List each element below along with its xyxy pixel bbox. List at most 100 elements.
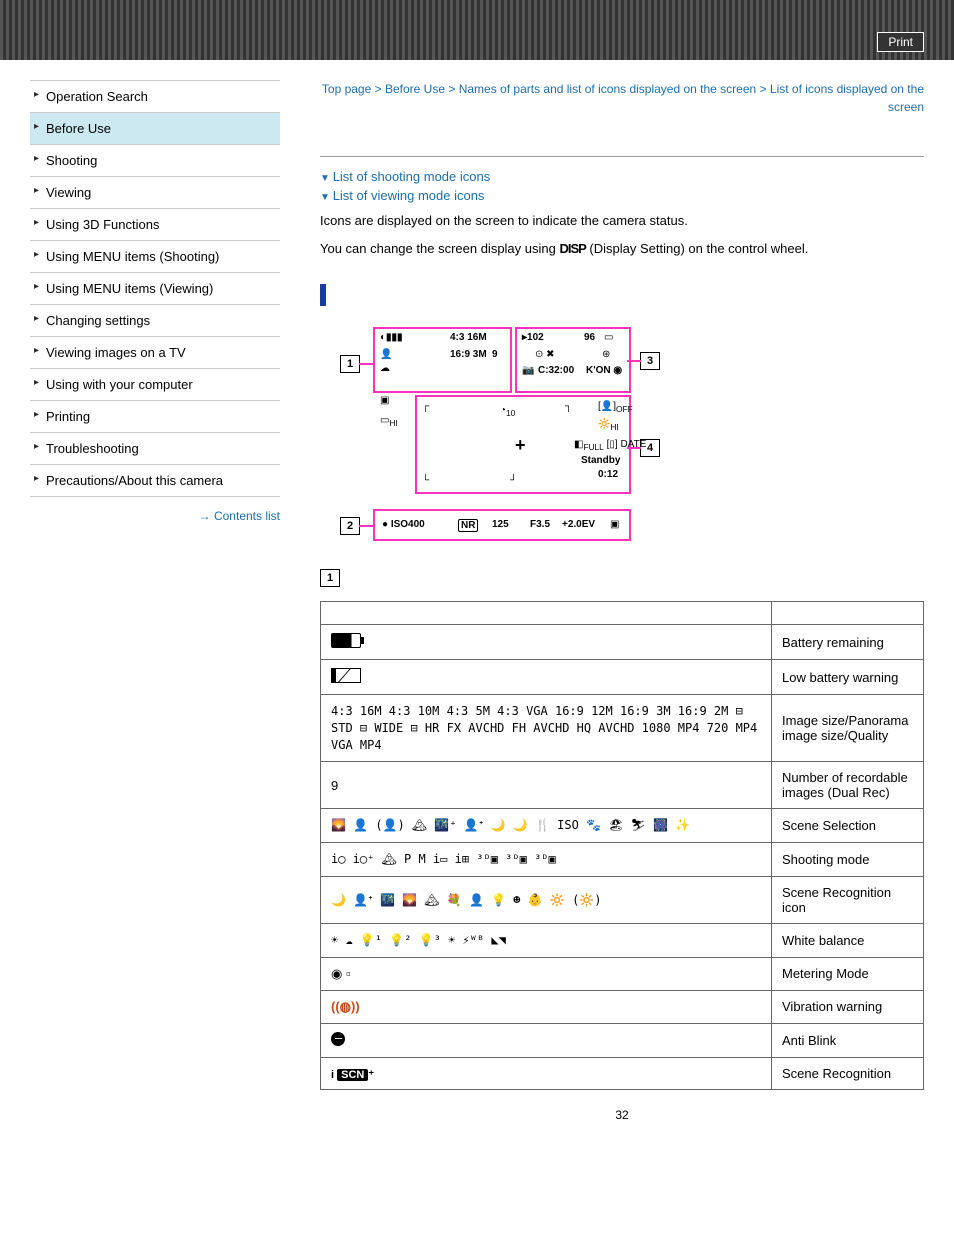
table-row: i◯ i◯⁺ 🏔 P M i▭ i⊞ ³ᴰ▣ ³ᴰ▣ ³ᴰ▣ Shooting … [321, 843, 924, 877]
table-header-desc-col [772, 602, 924, 625]
desc-cell: Anti Blink [772, 1023, 924, 1057]
sidebar-nav: Operation Search Before Use Shooting Vie… [30, 80, 280, 497]
desc-cell: Shooting mode [772, 843, 924, 877]
shooting-mode-icons: i◯ i◯⁺ 🏔 P M i▭ i⊞ ³ᴰ▣ ³ᴰ▣ ³ᴰ▣ [331, 852, 556, 866]
sidebar-item-3d-functions[interactable]: Using 3D Functions [30, 209, 280, 241]
intro-line-2: You can change the screen display using … [320, 239, 924, 259]
page-container: Operation Search Before Use Shooting Vie… [0, 60, 954, 1142]
low-battery-icon [331, 668, 361, 683]
metering-mode-icon [331, 966, 351, 981]
breadcrumb-current: List of icons displayed on the screen [770, 82, 924, 114]
desc-cell: White balance [772, 923, 924, 957]
diag-c32: C:32:00 [538, 365, 574, 376]
sidebar: Operation Search Before Use Shooting Vie… [30, 80, 280, 523]
sidebar-item-menu-shooting[interactable]: Using MENU items (Shooting) [30, 241, 280, 273]
sidebar-item-shooting[interactable]: Shooting [30, 145, 280, 177]
divider [320, 156, 924, 157]
sidebar-item-viewing-tv[interactable]: Viewing images on a TV [30, 337, 280, 369]
anti-blink-icon [331, 1032, 345, 1046]
table-row: 🌄 👤 (👤) 🏔 🌃⁺ 👤ᐩ 🌙 🌙 🍴 ISO 🐾 🏖 ⛷ 🎆 ✨ Scen… [321, 809, 924, 843]
diag-96: 96 [584, 332, 595, 343]
diag-nr: NR [458, 519, 478, 532]
sidebar-item-operation-search[interactable]: Operation Search [30, 81, 280, 113]
diag-102: 102 [527, 332, 544, 343]
breadcrumb: Top page > Before Use > Names of parts a… [320, 80, 924, 116]
battery-icon [331, 633, 361, 648]
icon-cell [321, 660, 772, 695]
desc-cell: Metering Mode [772, 957, 924, 990]
print-button[interactable]: Print [877, 32, 924, 52]
sidebar-item-before-use[interactable]: Before Use [30, 113, 280, 145]
desc-cell: Scene Selection [772, 809, 924, 843]
desc-cell: Vibration warning [772, 990, 924, 1023]
table-row: ☀ ☁ 💡¹ 💡² 💡³ ☀ ⚡ᵂᴮ ◣◥ White balance [321, 923, 924, 957]
breadcrumb-top[interactable]: Top page [322, 82, 371, 96]
contents-list-link[interactable]: Contents list [30, 509, 280, 523]
diag-standby: Standby [581, 455, 620, 466]
diag-9: 9 [492, 349, 498, 360]
screen-layout-diagram: 1 2 3 4 ◐▮▮▮ 4:3 16M 16:9 3M 9 👤 ☁ ▣ ▭HI [340, 327, 660, 547]
sep: > [371, 82, 385, 96]
icon-cell: 9 [321, 762, 772, 809]
table-header-icon-col [321, 602, 772, 625]
pink-line [359, 363, 373, 365]
icon-cell: ((◍)) [321, 990, 772, 1023]
icon-cell: ☀ ☁ 💡¹ 💡² 💡³ ☀ ⚡ᵂᴮ ◣◥ [321, 923, 772, 957]
diag-f35: F3.5 [530, 519, 550, 530]
diagram-label-1: 1 [340, 355, 360, 373]
table-row: Metering Mode [321, 957, 924, 990]
sidebar-item-changing-settings[interactable]: Changing settings [30, 305, 280, 337]
desc-cell: Number of recordable images (Dual Rec) [772, 762, 924, 809]
desc-cell: Battery remaining [772, 625, 924, 660]
scene-recognition-icon: i SCN⁺ [331, 1069, 374, 1081]
anchor-viewing-icons[interactable]: List of viewing mode icons [320, 188, 924, 203]
table-row: i SCN⁺ Scene Recognition [321, 1057, 924, 1089]
page-number: 32 [320, 1108, 924, 1122]
icon-cell: i SCN⁺ [321, 1057, 772, 1089]
desc-cell: Scene Recognition [772, 1057, 924, 1089]
sidebar-item-printing[interactable]: Printing [30, 401, 280, 433]
icon-cell: i◯ i◯⁺ 🏔 P M i▭ i⊞ ³ᴰ▣ ³ᴰ▣ ³ᴰ▣ [321, 843, 772, 877]
icon-cell: 🌙 👤ᐩ 🌃 🌄 🏔 💐 👤 💡 ☻ 👶 🔆 (🔆) [321, 876, 772, 923]
sidebar-item-troubleshooting[interactable]: Troubleshooting [30, 433, 280, 465]
icon-cell: 🌄 👤 (👤) 🏔 🌃⁺ 👤ᐩ 🌙 🌙 🍴 ISO 🐾 🏖 ⛷ 🎆 ✨ [321, 809, 772, 843]
breadcrumb-before-use[interactable]: Before Use [385, 82, 445, 96]
table-row: Anti Blink [321, 1023, 924, 1057]
table-row: ((◍)) Vibration warning [321, 990, 924, 1023]
table-row: Battery remaining [321, 625, 924, 660]
icon-description-table: Battery remaining Low battery warning 4:… [320, 601, 924, 1090]
section-number-1: 1 [320, 569, 340, 587]
vibration-warning-icon: ((◍)) [331, 999, 360, 1014]
diagram-label-2: 2 [340, 517, 360, 535]
breadcrumb-names-parts[interactable]: Names of parts and list of icons display… [459, 82, 757, 96]
intro-line-1: Icons are displayed on the screen to ind… [320, 211, 924, 231]
disp-icon: DISP [559, 241, 585, 256]
icon-cell: 4:3 16M 4:3 10M 4:3 5M 4:3 VGA 16:9 12M … [321, 695, 772, 762]
top-header-band: Print [0, 0, 954, 60]
table-row: 🌙 👤ᐩ 🌃 🌄 🏔 💐 👤 💡 ☻ 👶 🔆 (🔆) Scene Recogni… [321, 876, 924, 923]
main-content: Top page > Before Use > Names of parts a… [320, 80, 924, 1122]
white-balance-icons: ☀ ☁ 💡¹ 💡² 💡³ ☀ ⚡ᵂᴮ ◣◥ [331, 933, 506, 947]
desc-cell: Low battery warning [772, 660, 924, 695]
sidebar-item-precautions[interactable]: Precautions/About this camera [30, 465, 280, 497]
table-row: 9 Number of recordable images (Dual Rec) [321, 762, 924, 809]
sidebar-item-viewing[interactable]: Viewing [30, 177, 280, 209]
anchor-shooting-icons[interactable]: List of shooting mode icons [320, 169, 924, 184]
icon-cell [321, 957, 772, 990]
icon-cell [321, 625, 772, 660]
diag-ev: +2.0EV [562, 519, 595, 530]
image-size-icons: 4:3 16M 4:3 10M 4:3 5M 4:3 VGA 16:9 12M … [331, 704, 757, 752]
pink-line [359, 525, 373, 527]
diag-3m: 16:9 3M [450, 349, 487, 360]
sep: > [756, 82, 770, 96]
desc-cell: Scene Recognition icon [772, 876, 924, 923]
icon-cell [321, 1023, 772, 1057]
sidebar-item-menu-viewing[interactable]: Using MENU items (Viewing) [30, 273, 280, 305]
diag-time: 0:12 [598, 469, 618, 480]
intro-text-a: You can change the screen display using [320, 241, 559, 256]
diag-125: 125 [492, 519, 509, 530]
intro-text-b: (Display Setting) on the control wheel. [586, 241, 809, 256]
sidebar-item-using-computer[interactable]: Using with your computer [30, 369, 280, 401]
sep: > [445, 82, 459, 96]
diagram-label-3: 3 [640, 352, 660, 370]
